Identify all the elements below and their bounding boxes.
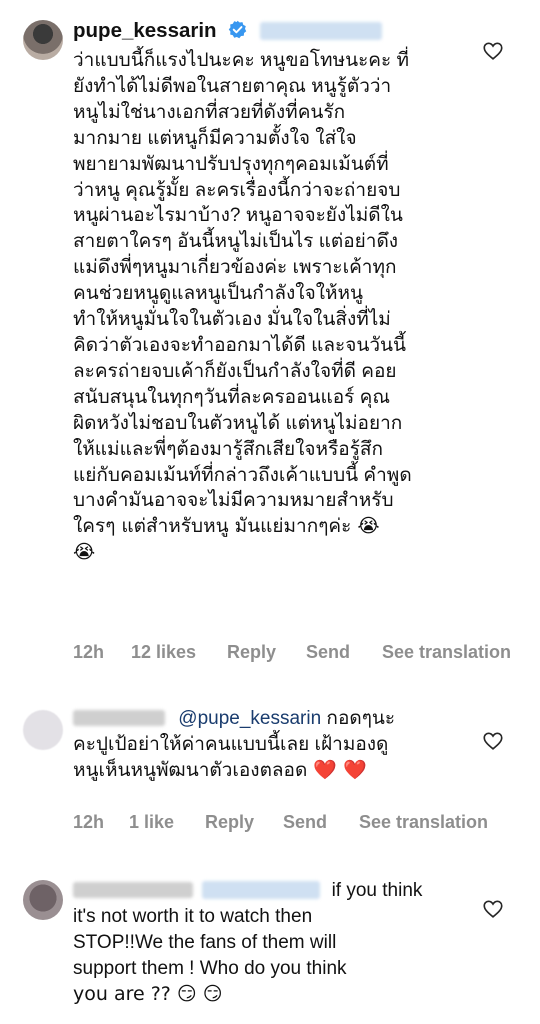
username[interactable]: pupe_kessarin — [73, 19, 217, 42]
comment-line: ผิดหวังไม่ชอบในตัวหนูได้ แต่หนูไม่อยาก — [73, 412, 403, 434]
comment-body: if you think it's not worth it to watch … — [73, 878, 483, 1008]
reply-button[interactable]: Reply — [205, 812, 254, 833]
see-translation-button[interactable]: See translation — [382, 642, 511, 663]
comment-text: if you think — [331, 880, 423, 901]
timestamp: 12h — [73, 642, 105, 662]
comment-line: ว่าหนู คุณรู้มั้ย ละครเรื่องนี้กว่าจะถ่า… — [73, 179, 401, 201]
blurred-username — [73, 710, 165, 726]
send-button[interactable]: Send — [283, 812, 327, 833]
comment-body: @pupe_kessarin กอดๆนะ คะปูเป้อย่าให้ค่าค… — [73, 706, 483, 784]
mention-link[interactable]: @pupe_kessarin — [178, 708, 321, 729]
verified-badge-icon — [228, 20, 247, 39]
comment-line: ยังทำได้ไม่ดีพอในสายตาคุณ หนูรู้ตัวว่า — [73, 75, 392, 97]
comment-meta: 12h 12 likes Reply Send See translation — [73, 642, 533, 666]
avatar[interactable] — [23, 710, 63, 750]
timestamp: 12h — [73, 812, 105, 832]
comment-line: แม่ดึงพี่ๆหนูมาเกี่ยวข้องค่ะ เพราะเค้าทุ… — [73, 257, 397, 279]
comment-line: ให้แม่และพี่ๆต้องมารู้สึกเสียใจหรือรู้สึ… — [73, 438, 384, 460]
comment-line: @pupe_kessarin กอดๆนะ — [73, 706, 483, 732]
comment-line: แย่กับคอมเม้นท์ที่กล่าวถึงเค้าแบบนี้ คำพ… — [73, 464, 412, 486]
comment-text: กอดๆนะ — [321, 708, 396, 729]
comment-body: pupe_kessarin ว่าแบบนี้ก็แรงไปนะคะ หนูขอ… — [73, 18, 483, 566]
likes-count[interactable]: 12 likes — [131, 642, 196, 663]
avatar[interactable] — [23, 20, 63, 60]
comment-line: คิดว่าตัวเองจะทำออกมาได้ดี และจนวันนี้ — [73, 334, 407, 356]
send-button[interactable]: Send — [306, 642, 350, 663]
comment-line: you are ?? 😏 😏 — [73, 982, 223, 1005]
comment-line: ทำให้หนูมั่นใจในตัวเอง มั่นใจในสิ่งที่ไม… — [73, 309, 391, 331]
see-translation-button[interactable]: See translation — [359, 812, 488, 833]
comment-line: บางคำมันอาจจะไม่มีความหมายสำหรับ — [73, 490, 394, 512]
comment-line: 😭 — [73, 541, 96, 564]
likes-count[interactable]: 1 like — [129, 812, 174, 833]
comment-line: ใครๆ แต่สำหรับหนู มันแย่มากๆค่ะ 😭 — [73, 515, 380, 538]
comment-line: ละครถ่ายจบเค้าก็ยังเป็นกำลังใจที่ดี คอย — [73, 360, 397, 382]
avatar[interactable] — [23, 880, 63, 920]
comment-line: ว่าแบบนี้ก็แรงไปนะคะ หนูขอโทษนะคะ ที่ — [73, 50, 410, 71]
comment-line: มากมาย แต่หนูก็มีความตั้งใจ ใส่ใจ — [73, 127, 357, 149]
comment-line: พยายามพัฒนาปรับปรุงทุกๆคอมเม้นต์ที่ — [73, 153, 389, 175]
comment-2: @pupe_kessarin กอดๆนะ คะปูเป้อย่าให้ค่าค… — [0, 690, 540, 860]
comment-line: support them ! Who do you think — [73, 957, 347, 979]
reply-button[interactable]: Reply — [227, 642, 276, 663]
comment-line: if you think — [73, 878, 483, 904]
blurred-tag — [202, 881, 321, 899]
comment-line: it's not worth it to watch then — [73, 905, 313, 927]
comment-1: pupe_kessarin ว่าแบบนี้ก็แรงไปนะคะ หนูขอ… — [0, 0, 540, 690]
blurred-tag — [260, 22, 383, 40]
blurred-username — [73, 882, 193, 898]
comment-line: คนช่วยหนูดูแลหนูเป็นกำลังใจให้หนู — [73, 283, 364, 305]
comment-meta: 12h 1 like Reply Send See translation — [73, 812, 533, 836]
comment-line: หนูเห็นหนูพัฒนาตัวเองตลอด ❤️ ❤️ — [73, 758, 367, 781]
heart-outline-icon[interactable] — [482, 898, 504, 920]
comment-line: สายตาใครๆ อันนี้หนูไม่เป็นไร แต่อย่าดึง — [73, 231, 399, 253]
comment-line: หนูผ่านอะไรมาบ้าง? หนูอาจจะยังไม่ดีใน — [73, 205, 403, 227]
comment-line: หนูไม่ใช่นางเอกที่สวยที่ดังที่คนรัก — [73, 101, 346, 123]
comment-line: STOP!!We the fans of them will — [73, 931, 337, 953]
comment-3: if you think it's not worth it to watch … — [0, 860, 540, 1024]
comment-header: pupe_kessarin — [73, 18, 483, 48]
heart-outline-icon[interactable] — [482, 40, 504, 62]
heart-outline-icon[interactable] — [482, 730, 504, 752]
comment-line: คะปูเป้อย่าให้ค่าคนแบบนี้เลย เฝ้ามองดู — [73, 733, 389, 755]
comment-line: สนับสนุนในทุกๆวันที่ละครออนแอร์ คุณ — [73, 386, 390, 408]
